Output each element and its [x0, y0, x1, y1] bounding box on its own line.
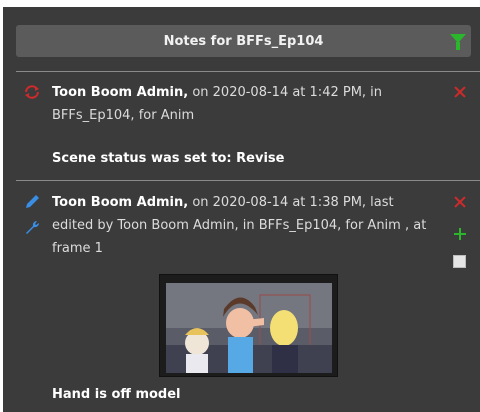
- checkbox[interactable]: [453, 255, 466, 268]
- note-thumbnail[interactable]: [159, 274, 338, 377]
- status-change-icon: [25, 85, 39, 99]
- separator: [16, 180, 480, 181]
- thumbnail-image: [160, 275, 337, 376]
- note-1-header: Toon Boom Admin, on 2020-08-14 at 1:42 P…: [52, 81, 450, 127]
- note-2-header: Toon Boom Admin, on 2020-08-14 at 1:38 P…: [52, 191, 450, 260]
- filter-icon[interactable]: [450, 34, 466, 50]
- add-icon[interactable]: [454, 228, 466, 240]
- note-2-meta: on 2020-08-14 at 1:38 PM, last: [188, 195, 394, 210]
- note-1-body: Scene status was set to: Revise: [52, 151, 285, 166]
- wrench-icon: [26, 220, 40, 234]
- note-2-meta-2: edited by Toon Boom Admin, in BFFs_Ep104…: [52, 218, 427, 233]
- pencil-icon: [26, 195, 39, 208]
- note-2-meta-3: frame 1: [52, 241, 103, 256]
- note-2-body: Hand is off model: [52, 387, 181, 402]
- note-1-meta: on 2020-08-14 at 1:42 PM, in: [188, 85, 383, 100]
- separator: [16, 71, 480, 72]
- note-1-meta-2: BFFs_Ep104, for Anim: [52, 108, 195, 123]
- delete-icon[interactable]: [453, 195, 467, 209]
- notes-header: Notes for BFFs_Ep104: [16, 25, 471, 57]
- delete-icon[interactable]: [453, 85, 467, 99]
- note-1-author: Toon Boom Admin,: [52, 85, 189, 100]
- notes-panel: Notes for BFFs_Ep104 Toon Boom Admin, on…: [3, 7, 480, 412]
- note-2-author: Toon Boom Admin,: [52, 195, 189, 210]
- notes-title: Notes for BFFs_Ep104: [163, 33, 324, 49]
